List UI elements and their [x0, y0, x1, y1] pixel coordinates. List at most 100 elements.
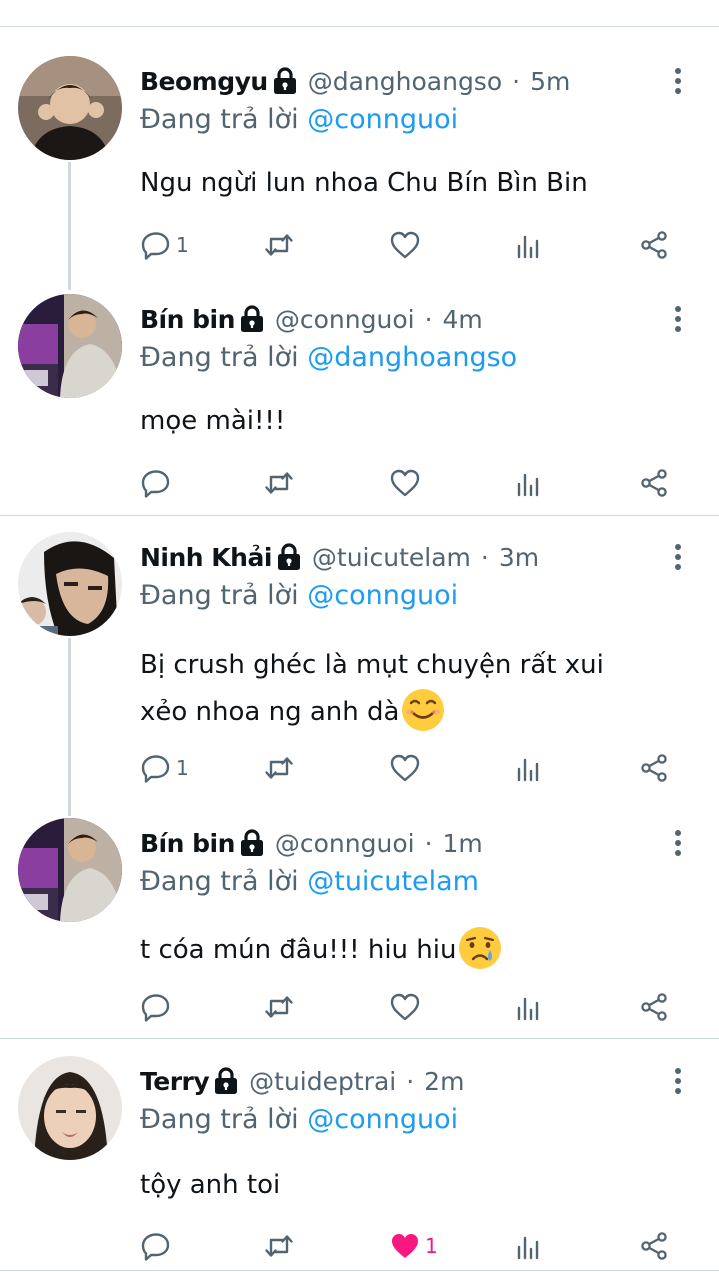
timestamp[interactable]: 4m	[443, 305, 483, 334]
avatar[interactable]	[18, 818, 122, 922]
separator-dot: ·	[480, 542, 489, 572]
replying-to: Đang trả lời @connguoi	[140, 104, 458, 135]
avatar[interactable]	[18, 532, 122, 636]
tweet-text-line: t cóa mún đâu!!! hiu hiu	[140, 926, 502, 971]
like-icon	[389, 752, 421, 784]
share-button[interactable]	[638, 463, 670, 503]
share-button[interactable]	[638, 748, 670, 788]
share-button[interactable]	[638, 987, 670, 1027]
tweet-text: Ngu ngừi lun nhoa Chu Bín Bìn Bin	[140, 162, 588, 204]
views-button[interactable]	[514, 225, 546, 265]
more-icon[interactable]	[664, 542, 692, 572]
display-name[interactable]: Bín bin	[140, 829, 235, 858]
mention-link[interactable]: @tuicutelam	[307, 866, 479, 897]
views-button[interactable]	[514, 463, 546, 503]
handle[interactable]: @connguoi	[275, 305, 415, 334]
handle[interactable]: @tuicutelam	[312, 543, 471, 572]
top-bar	[0, 0, 719, 27]
avatar[interactable]	[18, 1056, 122, 1160]
reply-count: 1	[176, 233, 189, 257]
lock-icon	[213, 1067, 239, 1095]
display-name[interactable]: Ninh Khải	[140, 543, 272, 572]
display-name[interactable]: Bín bin	[140, 305, 235, 334]
mention-link[interactable]: @connguoi	[307, 104, 458, 135]
views-button[interactable]	[514, 1226, 546, 1266]
tweet-text: Bị crush ghéc là mụt chuyện rất xui xẻo …	[140, 642, 604, 735]
handle[interactable]: @danghoangso	[308, 67, 502, 96]
crying-face-emoji	[458, 926, 502, 970]
retweet-button[interactable]	[263, 987, 295, 1027]
retweet-button[interactable]	[263, 225, 295, 265]
handle[interactable]: @tuideptrai	[249, 1067, 396, 1096]
display-name[interactable]: Beomgyu	[140, 67, 268, 96]
share-button[interactable]	[638, 1226, 670, 1266]
share-icon	[638, 229, 670, 261]
timestamp[interactable]: 3m	[499, 543, 539, 572]
mention-link[interactable]: @danghoangso	[307, 342, 517, 373]
more-icon[interactable]	[664, 828, 692, 858]
divider	[0, 1038, 719, 1039]
views-button[interactable]	[514, 748, 546, 788]
share-icon	[638, 1230, 670, 1262]
handle[interactable]: @connguoi	[275, 829, 415, 858]
replying-to: Đang trả lời @tuicutelam	[140, 866, 479, 897]
retweet-button[interactable]	[263, 748, 295, 788]
replying-to: Đang trả lời @connguoi	[140, 580, 458, 611]
reply-button[interactable]	[140, 1226, 176, 1266]
replying-label: Đang trả lời	[140, 580, 299, 611]
like-icon	[389, 1230, 421, 1262]
tweet-header: Ninh Khải @tuicutelam · 3m	[140, 540, 539, 574]
avatar[interactable]	[18, 56, 122, 160]
tweet-text-line: Ngu ngừi lun nhoa Chu Bín Bìn Bin	[140, 168, 588, 198]
retweet-icon	[263, 991, 295, 1023]
replying-label: Đang trả lời	[140, 342, 299, 373]
reply-button[interactable]	[140, 987, 176, 1027]
reply-button[interactable]: 1	[140, 748, 189, 788]
tweet-actions	[0, 463, 719, 503]
reply-button[interactable]	[140, 463, 176, 503]
retweet-button[interactable]	[263, 463, 295, 503]
display-name[interactable]: Terry	[140, 1067, 210, 1096]
more-icon[interactable]	[664, 66, 692, 96]
more-icon[interactable]	[664, 1066, 692, 1096]
replying-label: Đang trả lời	[140, 1104, 299, 1135]
like-button[interactable]	[389, 463, 425, 503]
share-icon	[638, 467, 670, 499]
like-button[interactable]: 1	[389, 1226, 438, 1266]
timestamp[interactable]: 5m	[530, 67, 570, 96]
tweet-header: Terry @tuideptrai · 2m	[140, 1064, 464, 1098]
tweet-header: Bín bin @connguoi · 1m	[140, 826, 483, 860]
tweet-text-line: Bị crush ghéc là mụt chuyện rất xui	[140, 650, 604, 680]
separator-dot: ·	[512, 66, 521, 96]
reply-icon	[140, 991, 172, 1023]
like-button[interactable]	[389, 748, 425, 788]
retweet-button[interactable]	[263, 1226, 295, 1266]
share-button[interactable]	[638, 225, 670, 265]
views-button[interactable]	[514, 987, 546, 1027]
tweet-actions	[0, 987, 719, 1027]
retweet-icon	[263, 752, 295, 784]
tweet-actions: 1	[0, 1226, 719, 1266]
avatar[interactable]	[18, 294, 122, 398]
reply-icon	[140, 752, 172, 784]
retweet-icon	[263, 1230, 295, 1262]
mention-link[interactable]: @connguoi	[307, 1104, 458, 1135]
views-icon	[514, 991, 546, 1023]
timestamp[interactable]: 2m	[424, 1067, 464, 1096]
like-icon	[389, 467, 421, 499]
reply-icon	[140, 1230, 172, 1262]
lock-icon	[239, 305, 265, 333]
like-icon	[389, 229, 421, 261]
tweet-actions: 1	[0, 225, 719, 265]
views-icon	[514, 752, 546, 784]
retweet-icon	[263, 467, 295, 499]
tweet-text-line: tộy anh toi	[140, 1170, 281, 1200]
more-icon[interactable]	[664, 304, 692, 334]
mention-link[interactable]: @connguoi	[307, 580, 458, 611]
like-button[interactable]	[389, 225, 425, 265]
reply-button[interactable]: 1	[140, 225, 189, 265]
like-button[interactable]	[389, 987, 425, 1027]
separator-dot: ·	[424, 304, 433, 334]
tweet-header: Beomgyu @danghoangso · 5m	[140, 64, 570, 98]
timestamp[interactable]: 1m	[443, 829, 483, 858]
